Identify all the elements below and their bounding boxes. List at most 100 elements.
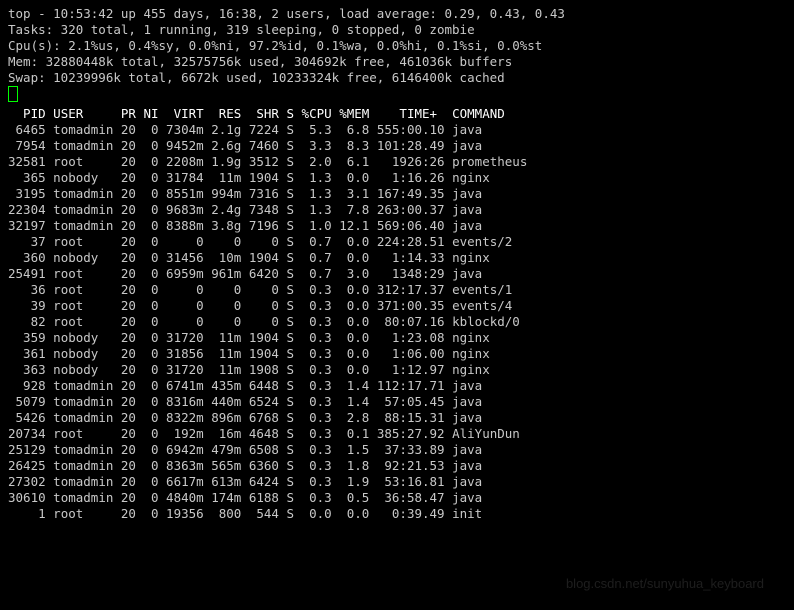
cell-virt: 19356 [159, 506, 204, 522]
table-row: 7954 tomadmin 20 0 9452m 2.6g 7460 S 3.3… [8, 138, 527, 154]
cell-shr: 4648 [241, 426, 279, 442]
cell-time: 555:00.10 [369, 122, 444, 138]
cell-time: 92:21.53 [369, 458, 444, 474]
cell-user: tomadmin [46, 490, 114, 506]
col-pr: PR [113, 106, 136, 122]
cell-cpu: 0.3 [294, 458, 332, 474]
cell-ni: 0 [136, 362, 159, 378]
cell-s: S [279, 506, 294, 522]
cell-ni: 0 [136, 426, 159, 442]
cell-time: 1:06.00 [369, 346, 444, 362]
table-row: 30610 tomadmin 20 0 4840m 174m 6188 S 0.… [8, 490, 527, 506]
cell-pr: 20 [113, 282, 136, 298]
cell-ni: 0 [136, 266, 159, 282]
cell-time: 224:28.51 [369, 234, 444, 250]
cell-cpu: 0.0 [294, 506, 332, 522]
cell-mem: 1.4 [332, 394, 370, 410]
cell-cpu: 0.3 [294, 426, 332, 442]
cell-ni: 0 [136, 298, 159, 314]
cell-virt: 31784 [159, 170, 204, 186]
cell-pr: 20 [113, 266, 136, 282]
cell-pr: 20 [113, 426, 136, 442]
cell-cpu: 0.3 [294, 490, 332, 506]
col-ni: NI [136, 106, 159, 122]
cell-cpu: 1.3 [294, 186, 332, 202]
cell-shr: 3512 [241, 154, 279, 170]
cell-cpu: 0.3 [294, 410, 332, 426]
cell-mem: 1.5 [332, 442, 370, 458]
cell-cmd: java [445, 442, 528, 458]
cell-shr: 0 [241, 314, 279, 330]
cell-res: 16m [204, 426, 242, 442]
cell-time: 167:49.35 [369, 186, 444, 202]
cell-s: S [279, 202, 294, 218]
cell-pr: 20 [113, 170, 136, 186]
cell-virt: 31720 [159, 362, 204, 378]
cell-cpu: 3.3 [294, 138, 332, 154]
cell-pid: 20734 [8, 426, 46, 442]
cell-s: S [279, 314, 294, 330]
cell-res: 0 [204, 298, 242, 314]
table-row: 361 nobody 20 0 31856 11m 1904 S 0.3 0.0… [8, 346, 527, 362]
cell-mem: 0.0 [332, 346, 370, 362]
cell-user: root [46, 154, 114, 170]
cell-cmd: init [445, 506, 528, 522]
col-res: RES [204, 106, 242, 122]
cell-ni: 0 [136, 394, 159, 410]
cell-ni: 0 [136, 218, 159, 234]
cell-mem: 3.0 [332, 266, 370, 282]
cell-s: S [279, 346, 294, 362]
cell-s: S [279, 330, 294, 346]
cell-time: 1:12.97 [369, 362, 444, 378]
cell-cpu: 0.3 [294, 330, 332, 346]
cell-pid: 82 [8, 314, 46, 330]
cell-pid: 3195 [8, 186, 46, 202]
cell-mem: 3.1 [332, 186, 370, 202]
cell-time: 88:15.31 [369, 410, 444, 426]
cell-user: tomadmin [46, 138, 114, 154]
cell-cmd: events/4 [445, 298, 528, 314]
cell-user: tomadmin [46, 218, 114, 234]
cell-mem: 1.8 [332, 458, 370, 474]
terminal[interactable]: top - 10:53:42 up 455 days, 16:38, 2 use… [0, 0, 794, 528]
cell-pr: 20 [113, 250, 136, 266]
table-row: 25491 root 20 0 6959m 961m 6420 S 0.7 3.… [8, 266, 527, 282]
table-row: 6465 tomadmin 20 0 7304m 2.1g 7224 S 5.3… [8, 122, 527, 138]
cell-ni: 0 [136, 506, 159, 522]
cell-user: tomadmin [46, 202, 114, 218]
cell-pr: 20 [113, 506, 136, 522]
cell-virt: 8363m [159, 458, 204, 474]
table-row: 25129 tomadmin 20 0 6942m 479m 6508 S 0.… [8, 442, 527, 458]
cell-cmd: events/2 [445, 234, 528, 250]
cell-pid: 363 [8, 362, 46, 378]
summary-line-4: Mem: 32880448k total, 32575756k used, 30… [8, 54, 786, 70]
cell-user: tomadmin [46, 458, 114, 474]
cell-mem: 0.0 [332, 506, 370, 522]
cell-ni: 0 [136, 330, 159, 346]
cell-mem: 6.1 [332, 154, 370, 170]
cell-s: S [279, 234, 294, 250]
cell-pid: 37 [8, 234, 46, 250]
cell-mem: 0.1 [332, 426, 370, 442]
cell-cpu: 2.0 [294, 154, 332, 170]
cell-mem: 0.0 [332, 250, 370, 266]
cell-user: root [46, 314, 114, 330]
cell-virt: 4840m [159, 490, 204, 506]
cell-s: S [279, 394, 294, 410]
cell-user: root [46, 282, 114, 298]
cell-pr: 20 [113, 122, 136, 138]
cell-virt: 31720 [159, 330, 204, 346]
table-row: 1 root 20 0 19356 800 544 S 0.0 0.0 0:39… [8, 506, 527, 522]
table-row: 32197 tomadmin 20 0 8388m 3.8g 7196 S 1.… [8, 218, 527, 234]
cell-cmd: java [445, 490, 528, 506]
cell-cmd: java [445, 138, 528, 154]
cell-pr: 20 [113, 458, 136, 474]
cell-pid: 6465 [8, 122, 46, 138]
table-row: 359 nobody 20 0 31720 11m 1904 S 0.3 0.0… [8, 330, 527, 346]
cell-res: 11m [204, 170, 242, 186]
cell-cpu: 0.3 [294, 282, 332, 298]
cell-pid: 365 [8, 170, 46, 186]
cell-pr: 20 [113, 202, 136, 218]
cell-s: S [279, 426, 294, 442]
cell-virt: 6617m [159, 474, 204, 490]
